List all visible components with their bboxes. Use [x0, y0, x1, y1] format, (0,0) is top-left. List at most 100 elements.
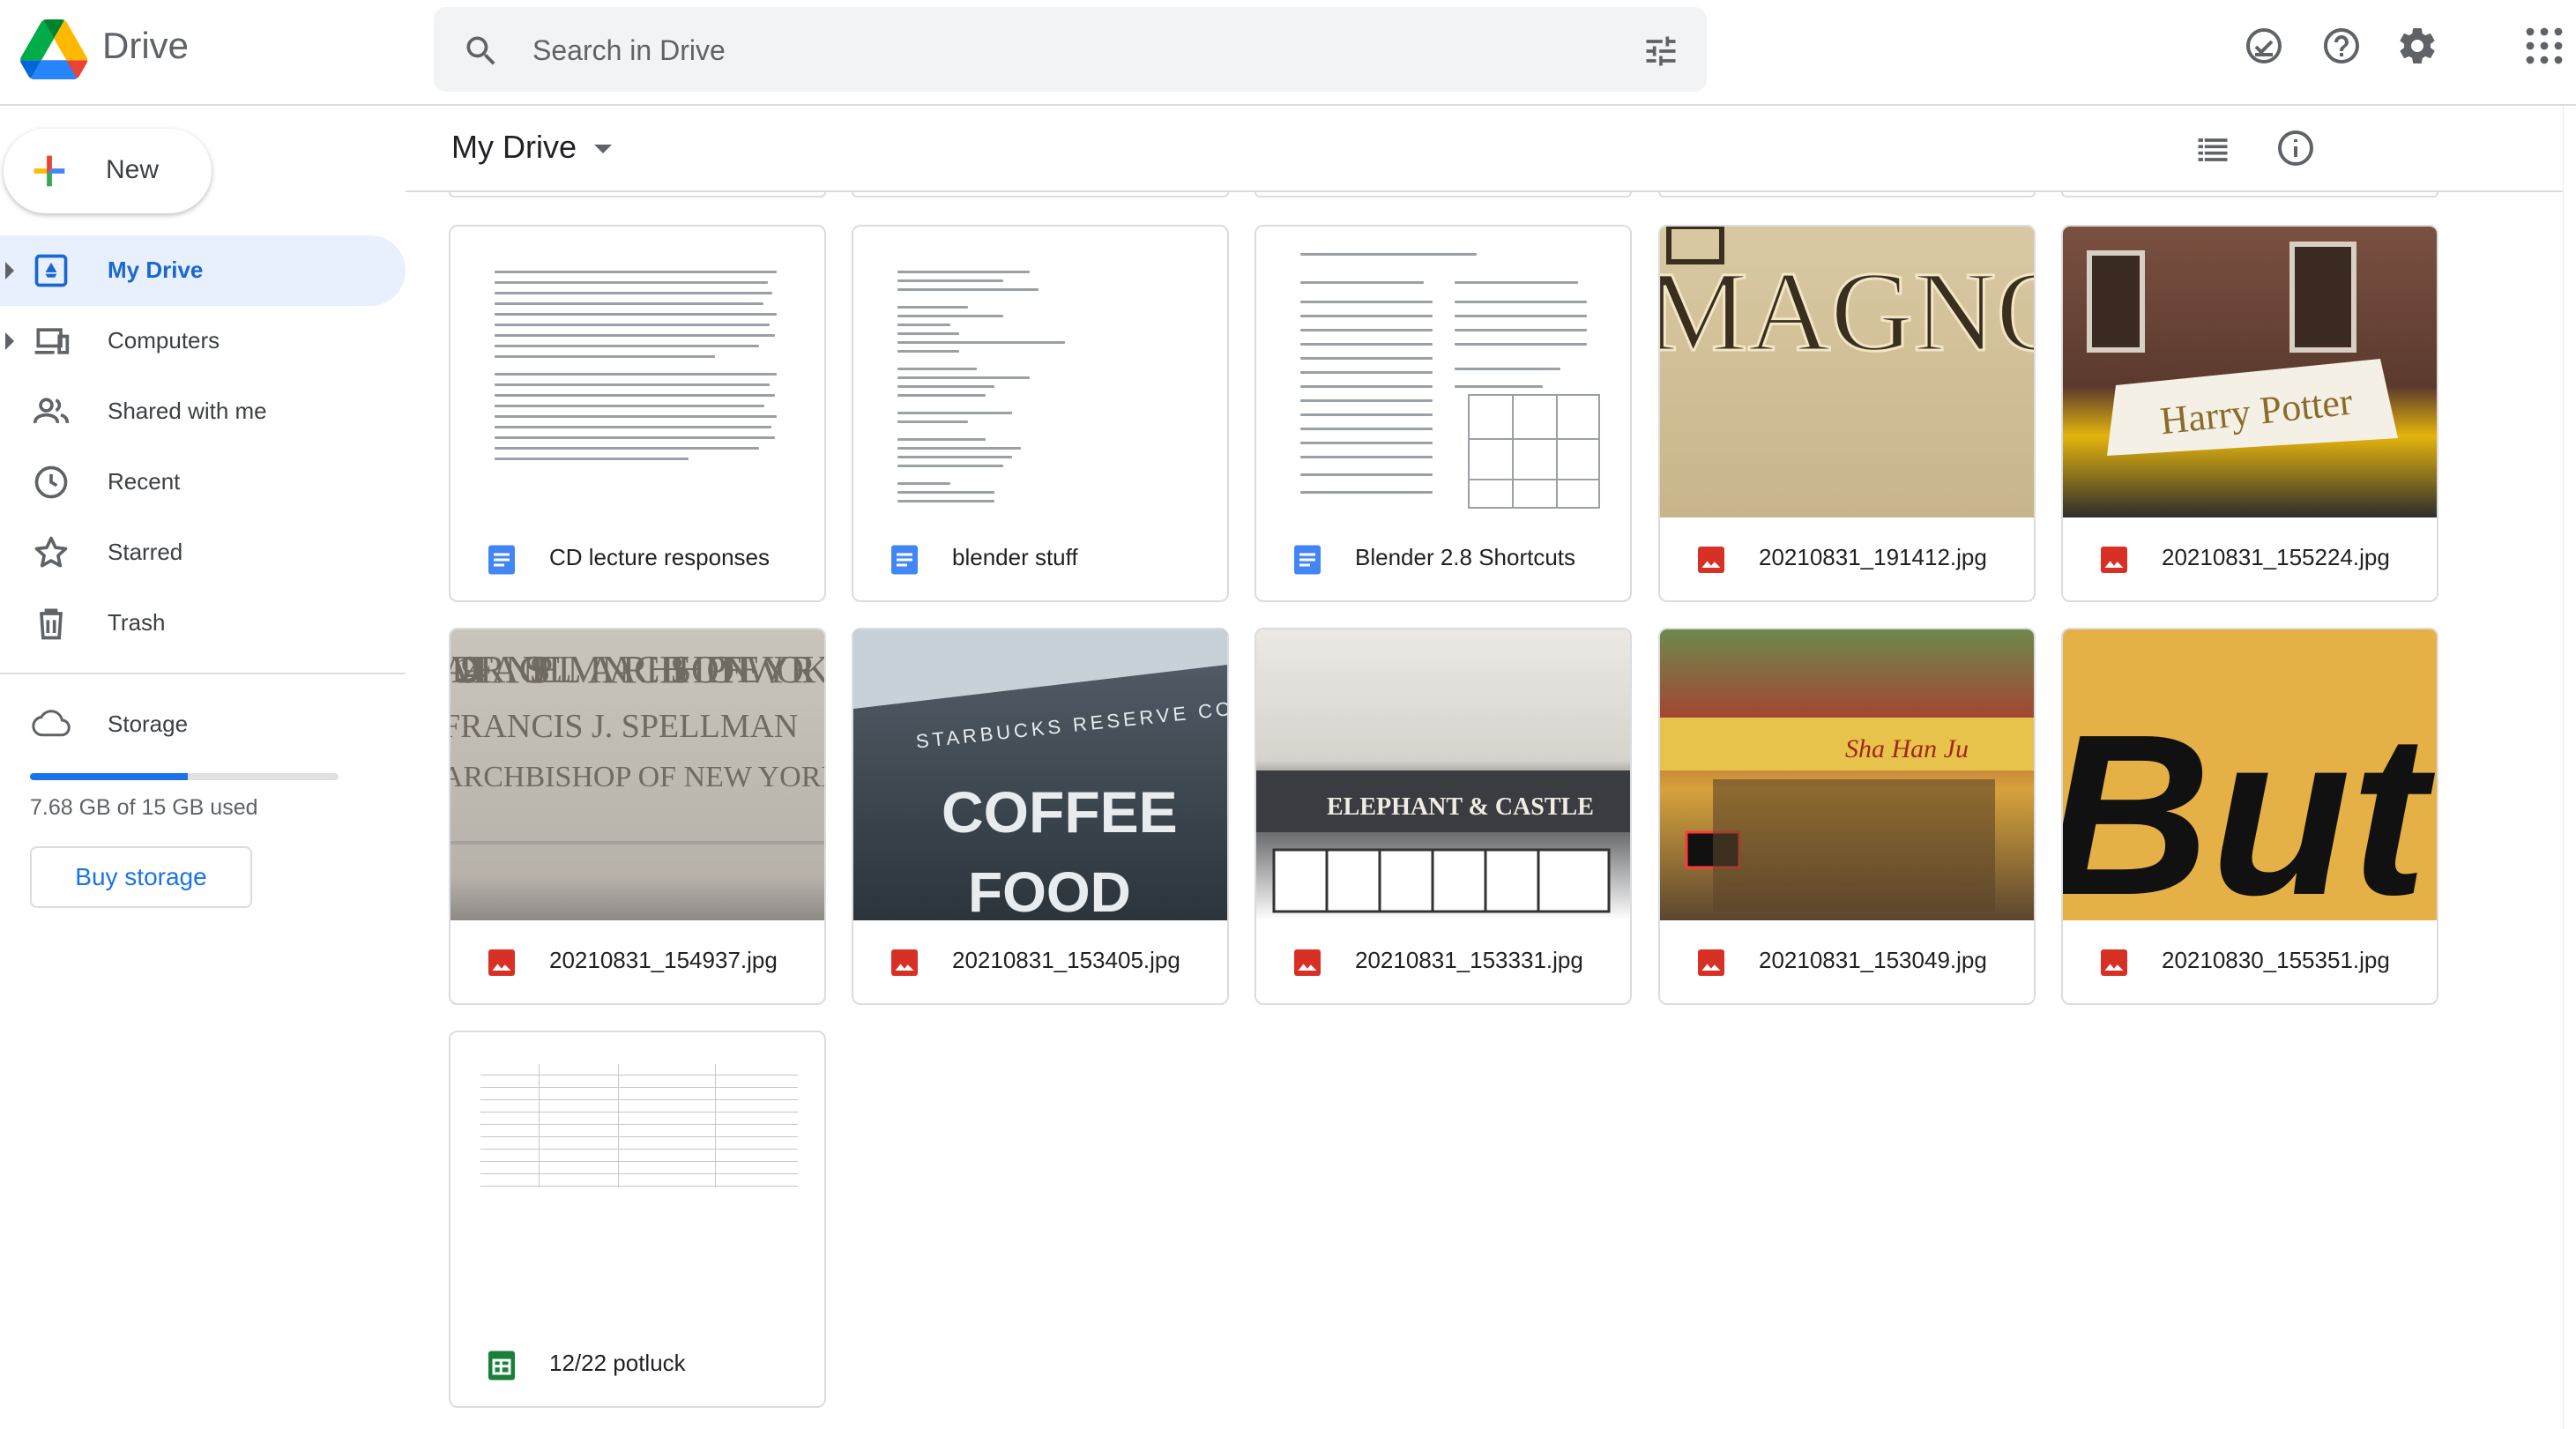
- breadcrumb[interactable]: My Drive: [451, 129, 577, 166]
- file-card[interactable]: Blender 2.8 Shortcuts: [1254, 225, 1632, 602]
- settings-icon[interactable]: [2396, 25, 2438, 67]
- file-name: CD lecture responses: [549, 544, 770, 570]
- search-icon[interactable]: [462, 32, 501, 71]
- google-sheet-icon: [488, 1351, 515, 1381]
- help-icon[interactable]: [2320, 25, 2363, 67]
- image-file-icon: [2101, 949, 2127, 976]
- file-card[interactable]: ELEPHANT & CASTLE 20210831_153331.jpg: [1254, 628, 1632, 1005]
- sidebar-item-label: Starred: [108, 539, 183, 565]
- file-card[interactable]: Harry Potter 20210831_155224.jpg: [2061, 225, 2438, 602]
- sidebar-item-label: My Drive: [108, 257, 204, 283]
- sidebar-item-shared-with-me[interactable]: Shared with me: [0, 376, 406, 447]
- file-name: 20210830_155351.jpg: [2162, 947, 2390, 973]
- photo-but-sign: But: [2063, 688, 2437, 920]
- svg-text:Sha Han Ju: Sha Han Ju: [1845, 734, 1969, 763]
- file-name: 20210831_191412.jpg: [1759, 544, 1987, 570]
- file-name: blender stuff: [952, 544, 1078, 570]
- image-file-icon: [1698, 547, 1724, 573]
- svg-text:MAGNO BAKE: MAGNO BAKE: [1660, 249, 2034, 376]
- plus-icon: [34, 155, 65, 187]
- image-file-icon: [488, 949, 515, 976]
- file-name: 20210831_154937.jpg: [549, 947, 778, 973]
- svg-text:A.D. 1941 FRANCIS J. SPELLMAN: A.D. 1941 FRANCIS J. SPELLMAN ARCHBISHOP…: [450, 648, 824, 691]
- info-icon[interactable]: [2274, 127, 2317, 169]
- previous-row-card[interactable]: [2061, 192, 2438, 197]
- storage-label: Storage: [108, 711, 189, 737]
- storage-used-text: 7.68 GB of 15 GB used: [30, 795, 258, 820]
- storage-progress-bar: [30, 773, 339, 780]
- file-card[interactable]: CD lecture responses: [449, 225, 826, 602]
- google-doc-icon: [891, 545, 918, 575]
- app-title[interactable]: Drive: [102, 25, 189, 67]
- file-card[interactable]: MAGNO BAKE 20210831_191412.jpg: [1658, 225, 2036, 602]
- previous-row-card[interactable]: [449, 192, 826, 197]
- sidebar-item-label: Trash: [108, 609, 166, 636]
- sidebar-item-starred[interactable]: Starred: [0, 517, 406, 588]
- image-file-icon: [1294, 949, 1321, 976]
- file-card[interactable]: blender stuff: [852, 225, 1229, 602]
- file-thumbnail: [853, 227, 1227, 517]
- svg-text:FRANCIS J. SPELLMAN: FRANCIS J. SPELLMAN: [450, 708, 798, 745]
- clock-icon: [34, 465, 68, 499]
- scrollbar[interactable]: [2563, 106, 2576, 1429]
- file-thumbnail: [450, 1032, 824, 1323]
- drive-logo-icon[interactable]: [19, 19, 88, 79]
- file-card[interactable]: STARBUCKS RESERVE COFFEE FOOD COFFEE FOO…: [852, 628, 1229, 1005]
- buy-storage-button[interactable]: Buy storage: [30, 846, 252, 908]
- shared-icon: [33, 398, 70, 424]
- file-name: 20210831_153405.jpg: [952, 947, 1180, 973]
- svg-text:But: But: [2063, 688, 2437, 920]
- sidebar-item-label: Recent: [108, 468, 181, 495]
- file-name: 12/22 potluck: [549, 1350, 686, 1376]
- sidebar-item-trash[interactable]: Trash: [0, 588, 406, 659]
- expand-caret-icon[interactable]: [5, 332, 14, 350]
- sidebar-divider: [0, 673, 406, 674]
- photo-restaurant-front: Sha Han Ju: [1660, 718, 2034, 912]
- sidebar-item-recent[interactable]: Recent: [0, 447, 406, 517]
- main-header: My Drive: [406, 106, 2576, 192]
- search-options-icon[interactable]: [1642, 32, 1680, 71]
- sidebar-item-computers[interactable]: Computers: [0, 306, 406, 376]
- sidebar-item-storage[interactable]: Storage: [0, 689, 406, 760]
- expand-caret-icon[interactable]: [5, 262, 14, 279]
- previous-row-card[interactable]: [1254, 192, 1632, 197]
- sidebar-nav: My Drive Computers Shared with me Recent…: [0, 235, 406, 659]
- image-thumbnail: STARBUCKS RESERVE COFFEE FOOD COFFEE FOO…: [853, 629, 1227, 920]
- photo-sign-magnolia: MAGNO BAKE: [1660, 227, 2034, 377]
- file-thumbnail: [450, 227, 824, 517]
- file-card[interactable]: A.D. 1941 FRANCIS J. SPELLMAN ARCHBISHOP…: [449, 628, 826, 1005]
- image-file-icon: [2101, 547, 2127, 573]
- previous-row-card[interactable]: [1658, 192, 2036, 197]
- photo-cornerstone: A.D. 1941 FRANCIS J. SPELLMAN ARCHBISHOP…: [450, 648, 824, 845]
- file-thumbnail: [1256, 227, 1630, 517]
- image-thumbnail: MAGNO BAKE: [1660, 227, 2034, 517]
- svg-text:ARCHBISHOP OF NEW YORK: ARCHBISHOP OF NEW YORK: [450, 761, 824, 793]
- list-view-icon[interactable]: [2193, 130, 2232, 169]
- sidebar-item-my-drive[interactable]: My Drive: [0, 235, 406, 306]
- image-thumbnail: Sha Han Ju: [1660, 629, 2034, 920]
- storage-progress-fill: [30, 773, 189, 780]
- search-bar[interactable]: [434, 7, 1707, 92]
- image-thumbnail: But: [2063, 629, 2437, 920]
- file-card[interactable]: But 20210830_155351.jpg: [2061, 628, 2438, 1005]
- file-name: Blender 2.8 Shortcuts: [1355, 544, 1576, 570]
- file-card[interactable]: 12/22 potluck: [449, 1031, 826, 1408]
- image-file-icon: [891, 949, 918, 976]
- image-file-icon: [1698, 949, 1724, 976]
- trash-icon: [40, 608, 63, 640]
- computers-icon: [34, 328, 70, 354]
- svg-text:ELEPHANT & CASTLE: ELEPHANT & CASTLE: [1327, 793, 1594, 821]
- svg-text:FOOD: FOOD: [968, 860, 1131, 920]
- file-card[interactable]: Sha Han Ju 20210831_153049.jpg: [1658, 628, 2036, 1005]
- photo-starbucks-window: STARBUCKS RESERVE COFFEE FOOD COFFEE FOO…: [853, 629, 1227, 920]
- new-button[interactable]: New: [4, 129, 212, 213]
- file-name: 20210831_155224.jpg: [2162, 544, 2390, 570]
- breadcrumb-dropdown-icon[interactable]: [594, 145, 612, 153]
- previous-row-card[interactable]: [852, 192, 1229, 197]
- photo-elephant-castle: ELEPHANT & CASTLE: [1256, 770, 1630, 913]
- apps-grid-icon[interactable]: [2523, 25, 2565, 67]
- sidebar-item-label: Shared with me: [108, 398, 267, 424]
- top-bar: Drive: [0, 0, 2576, 106]
- search-input[interactable]: [531, 28, 1592, 72]
- offline-ready-icon[interactable]: [2243, 25, 2285, 67]
